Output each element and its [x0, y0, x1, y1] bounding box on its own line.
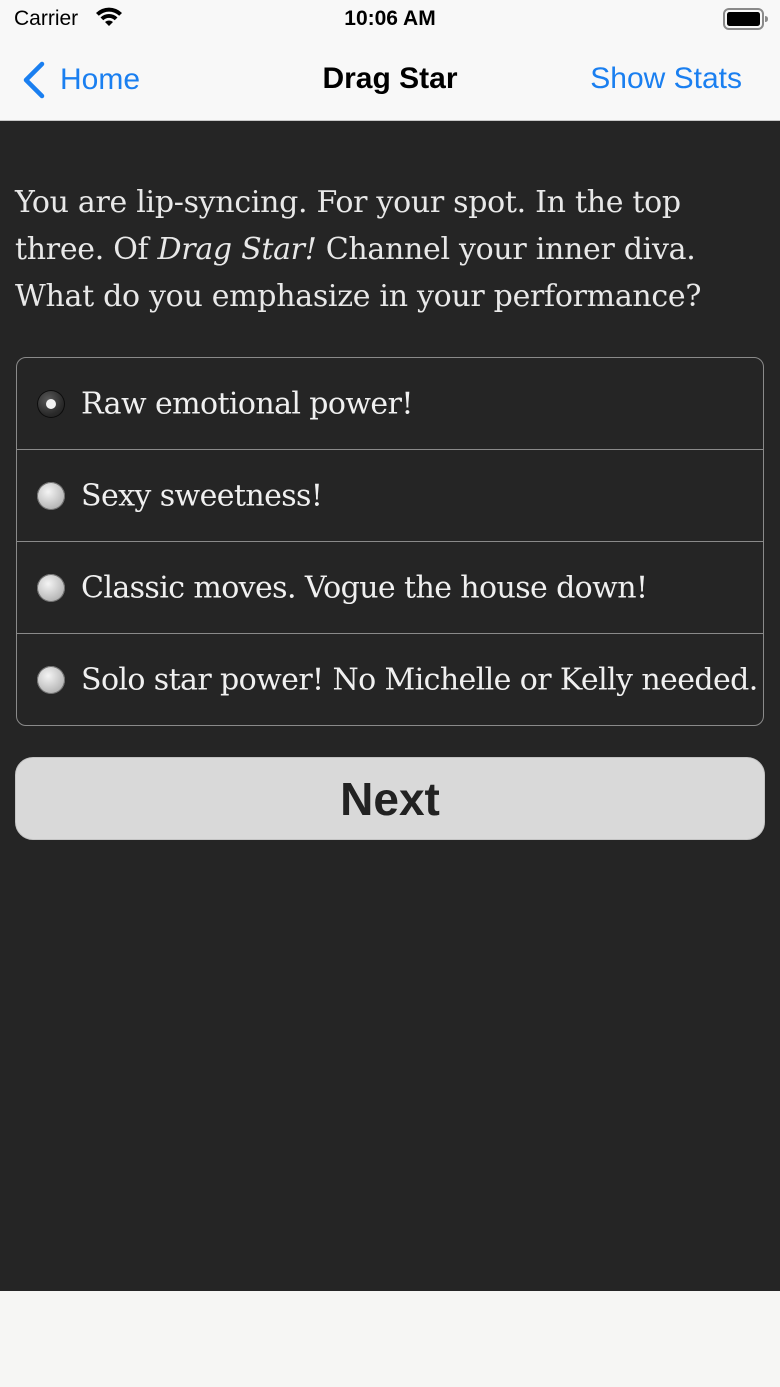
radio-unselected-icon[interactable] — [37, 481, 65, 510]
battery-icon — [723, 8, 768, 30]
navigation-bar: Home Drag Star Show Stats — [0, 40, 780, 121]
status-bar: Carrier 10:06 AM — [0, 0, 780, 40]
question-show-title: Drag Star! — [157, 232, 317, 267]
quiz-content: You are lip-syncing. For your spot. In t… — [0, 121, 780, 1291]
question-text: You are lip-syncing. For your spot. In t… — [15, 179, 770, 320]
choice-label: Solo star power! No Michelle or Kelly ne… — [81, 662, 758, 697]
status-time: 10:06 AM — [344, 7, 436, 30]
choice-option-1[interactable]: Raw emotional power! — [17, 358, 763, 449]
answer-choices: Raw emotional power! Sexy sweetness! Cla… — [16, 357, 764, 726]
choice-label: Sexy sweetness! — [81, 478, 323, 513]
choice-label: Classic moves. Vogue the house down! — [81, 570, 648, 605]
choice-label: Raw emotional power! — [81, 386, 413, 421]
radio-unselected-icon[interactable] — [37, 573, 65, 602]
bottom-safe-area — [0, 1292, 780, 1387]
next-button[interactable]: Next — [15, 757, 765, 840]
radio-unselected-icon[interactable] — [37, 665, 65, 694]
choice-option-3[interactable]: Classic moves. Vogue the house down! — [17, 541, 763, 633]
choice-option-4[interactable]: Solo star power! No Michelle or Kelly ne… — [17, 633, 763, 725]
radio-selected-icon[interactable] — [37, 389, 65, 418]
show-stats-button[interactable]: Show Stats — [590, 62, 742, 96]
choice-option-2[interactable]: Sexy sweetness! — [17, 449, 763, 541]
